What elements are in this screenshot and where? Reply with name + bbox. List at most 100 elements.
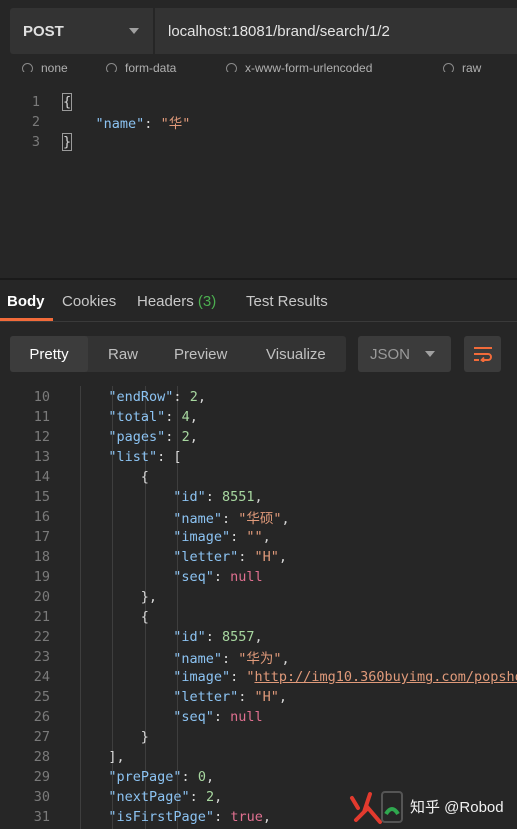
json-key: "seq" <box>173 569 214 585</box>
radio-icon <box>106 62 117 72</box>
json-punctuation: : <box>221 651 239 667</box>
code-text: "nextPage": 2, <box>108 789 222 805</box>
json-value: "华" <box>160 116 191 132</box>
wrap-lines-icon <box>473 347 492 362</box>
radio-form-data[interactable]: form-data <box>106 60 176 72</box>
code-text: } <box>141 729 149 745</box>
format-label: JSON <box>370 345 411 363</box>
json-punctuation: : <box>213 709 231 725</box>
radio-raw[interactable]: raw <box>443 60 481 72</box>
json-key: "nextPage" <box>108 789 190 805</box>
code-text: { <box>141 609 149 625</box>
headers-count-badge: (3) <box>197 293 217 310</box>
body-type-row: none form-data x-www-form-urlencoded raw <box>0 58 517 72</box>
json-punctuation: : <box>214 809 231 825</box>
code-line: 22 "id": 8557, <box>0 627 517 647</box>
code-text: "id": 8551, <box>173 489 262 505</box>
code-line: 1{ <box>0 92 517 112</box>
json-punctuation: , <box>281 651 290 667</box>
view-visualize-button[interactable]: Visualize <box>266 336 326 372</box>
code-text: "pages": 2, <box>108 429 197 445</box>
json-key: "image" <box>173 669 231 685</box>
code-text: "list": [ <box>108 449 181 465</box>
json-punctuation: : <box>238 549 255 565</box>
method-select[interactable]: POST <box>10 8 153 54</box>
watermark: 知乎 @Robod <box>346 784 517 829</box>
line-number: 25 <box>33 689 50 705</box>
json-punctuation: , <box>214 789 223 805</box>
json-key: "id" <box>173 629 206 645</box>
code-text: "isFirstPage": true, <box>108 809 271 825</box>
line-number: 22 <box>33 629 50 645</box>
json-value: "华硕" <box>238 511 282 527</box>
json-punctuation: { <box>140 469 149 485</box>
json-key: "prePage" <box>108 769 182 785</box>
line-number: 2 <box>31 114 40 130</box>
tab-body[interactable]: Body <box>7 293 45 310</box>
json-value: 2 <box>189 389 198 405</box>
json-punctuation: } <box>140 729 149 745</box>
json-key: "letter" <box>173 549 239 565</box>
code-line: 15 "id": 8551, <box>0 487 517 507</box>
json-punctuation: : <box>230 529 247 545</box>
json-value: " <box>246 669 255 685</box>
json-value: 0 <box>197 769 206 785</box>
request-body-editor[interactable]: 1{2 "name": "华" 3} <box>0 88 517 278</box>
response-tabs: Body Cookies Headers (3) Test Results <box>0 280 517 322</box>
wrap-lines-button[interactable] <box>464 336 501 372</box>
code-text: ], <box>108 749 124 765</box>
json-key: "name" <box>173 651 222 667</box>
chevron-down-icon <box>425 351 435 357</box>
json-value: true <box>230 809 263 825</box>
code-text: { <box>61 93 73 111</box>
code-line: 10 "endRow": 2, <box>0 387 517 407</box>
code-line: 25 "letter": "H", <box>0 687 517 707</box>
json-punctuation: : <box>165 409 182 425</box>
line-number: 16 <box>33 509 50 525</box>
code-line: 23 "name": "华为", <box>0 647 517 667</box>
url-input[interactable]: localhost:18081/brand/search/1/2 <box>155 8 517 54</box>
json-punctuation: , <box>281 511 290 527</box>
json-key: "pages" <box>108 429 166 445</box>
code-text: "endRow": 2, <box>108 389 206 405</box>
line-number: 31 <box>33 809 50 825</box>
tab-test-results[interactable]: Test Results <box>246 293 328 310</box>
line-number: 28 <box>33 749 50 765</box>
json-key: "endRow" <box>108 389 174 405</box>
line-number: 20 <box>33 589 50 605</box>
response-body-editor[interactable]: 10 "endRow": 2, 11 "total": 4, 12 "pages": 2,… <box>0 386 517 829</box>
code-line: 2 "name": "华" <box>0 112 517 132</box>
view-mode-toolbar: Pretty Raw Preview Visualize <box>10 336 346 372</box>
view-pretty-button[interactable]: Pretty <box>10 336 88 372</box>
format-select[interactable]: JSON <box>358 336 451 372</box>
code-text: "image": "http://img10.360buyimg.com/pop… <box>173 669 517 685</box>
active-tab-indicator <box>0 318 53 321</box>
line-number: 23 <box>33 649 50 665</box>
line-number: 27 <box>33 729 50 745</box>
view-raw-button[interactable]: Raw <box>108 336 138 372</box>
line-number: 30 <box>33 789 50 805</box>
code-line: 12 "pages": 2, <box>0 427 517 447</box>
radio-label: none <box>41 61 68 72</box>
radio-none[interactable]: none <box>22 60 68 72</box>
view-preview-button[interactable]: Preview <box>174 336 227 372</box>
json-key: "name" <box>173 511 222 527</box>
code-line: 21 { <box>0 607 517 627</box>
json-punctuation: : <box>173 389 190 405</box>
json-key: "image" <box>173 529 231 545</box>
tab-headers[interactable]: Headers (3) <box>137 293 216 310</box>
line-number: 21 <box>33 609 50 625</box>
json-key: "total" <box>108 409 166 425</box>
json-punctuation: : <box>221 511 239 527</box>
code-line: 3} <box>0 132 517 152</box>
json-punctuation: } <box>61 133 73 151</box>
code-text: "prePage": 0, <box>108 769 214 785</box>
json-value: 8551 <box>221 489 255 505</box>
radio-urlencoded[interactable]: x-www-form-urlencoded <box>226 60 372 72</box>
tab-cookies[interactable]: Cookies <box>62 293 116 310</box>
json-punctuation: : <box>205 489 222 505</box>
json-key: "list" <box>108 449 158 465</box>
json-punctuation: , <box>278 549 288 565</box>
line-number: 11 <box>33 409 50 425</box>
json-punctuation: , <box>262 529 271 545</box>
